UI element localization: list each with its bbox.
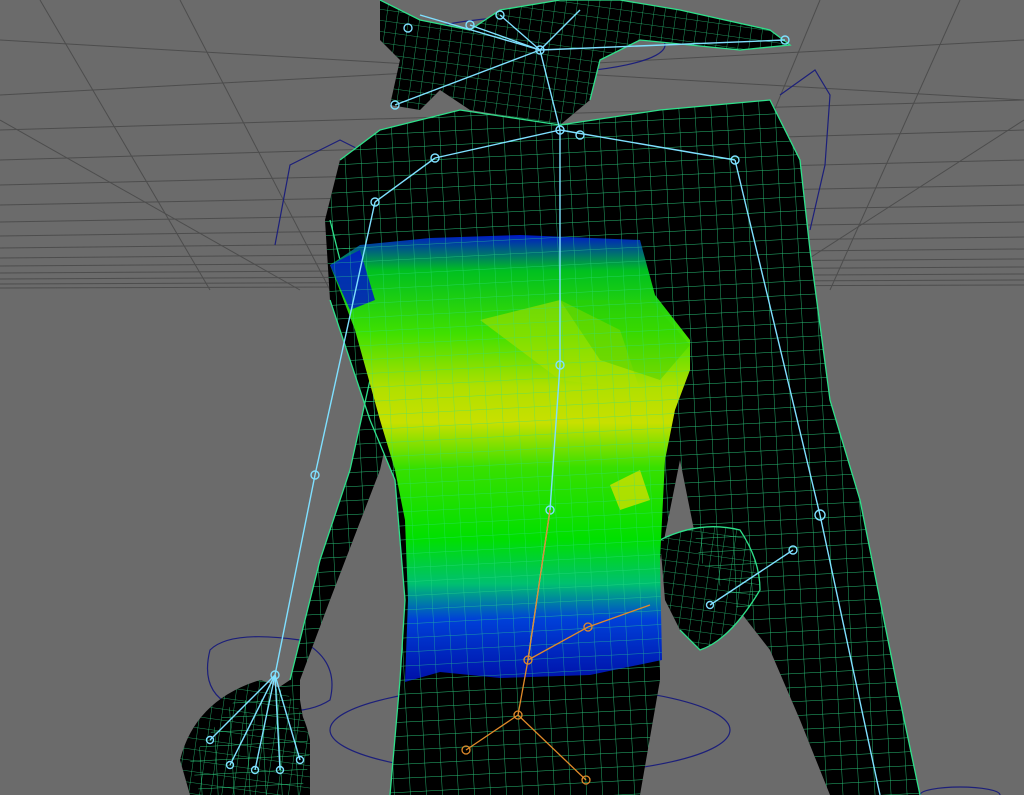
3d-viewport[interactable] <box>0 0 1024 795</box>
scene-canvas[interactable] <box>0 0 1024 795</box>
weight-paint-region[interactable] <box>330 235 690 682</box>
